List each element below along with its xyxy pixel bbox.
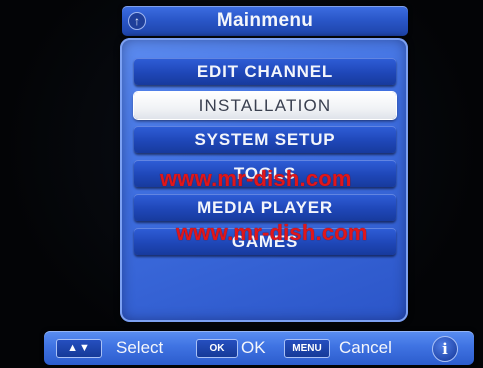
menu-item-system-setup[interactable]: SYSTEM SETUP: [134, 126, 396, 153]
ok-key-icon: OK: [196, 339, 238, 358]
up-down-arrows-key-icon: ▲▼: [56, 339, 102, 358]
ok-hint-label: OK: [241, 338, 266, 357]
watermark-text: www.mr-dish.com: [176, 220, 368, 245]
title-bar: ↑ Mainmenu: [122, 6, 408, 36]
help-bar: ▲▼ Select OK OK MENU Cancel i: [44, 331, 474, 365]
menu-item-media-player[interactable]: MEDIA PLAYER: [134, 194, 396, 221]
cancel-hint-label: Cancel: [339, 338, 392, 357]
menu-item-installation[interactable]: INSTALLATION: [134, 92, 396, 119]
tv-screen: ↑ Mainmenu EDIT CHANNEL INSTALLATION SYS…: [0, 0, 483, 368]
watermark-text: www.mr-dish.com: [160, 166, 352, 191]
menu-key-icon: MENU: [284, 339, 330, 358]
select-hint-label: Select: [116, 338, 164, 357]
page-title: Mainmenu: [216, 10, 314, 31]
info-icon[interactable]: i: [432, 336, 458, 362]
menu-item-edit-channel[interactable]: EDIT CHANNEL: [134, 58, 396, 85]
